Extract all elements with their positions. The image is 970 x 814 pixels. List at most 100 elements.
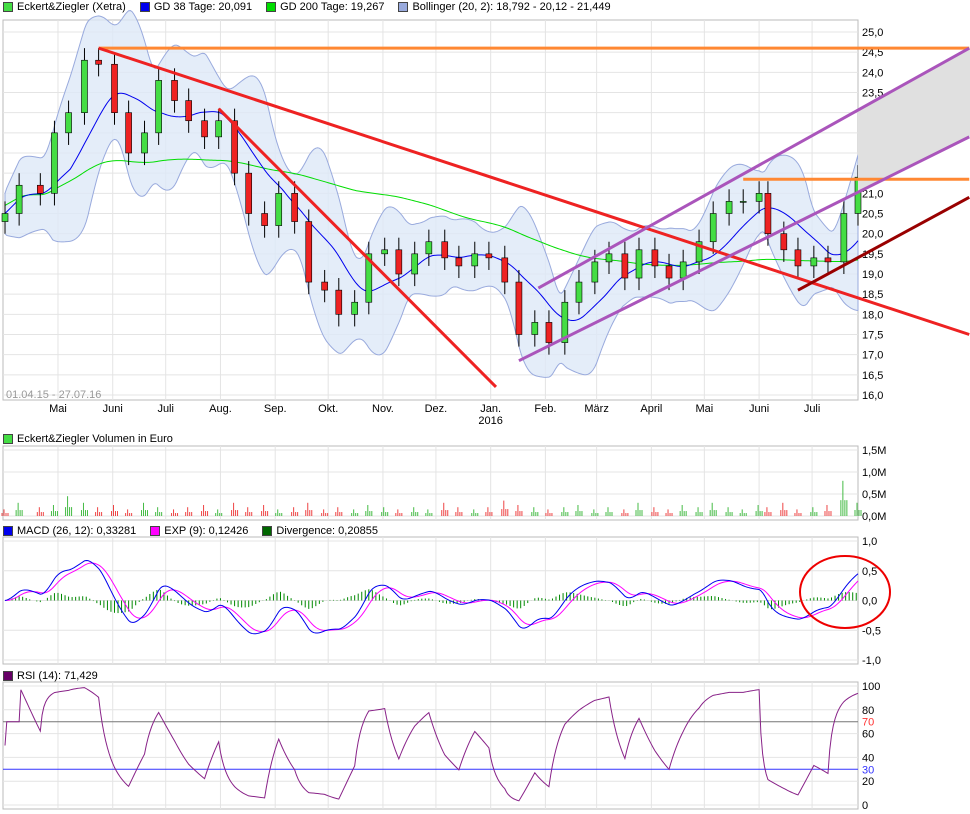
candle-body — [425, 241, 433, 255]
candle-body — [501, 257, 509, 283]
candle-body — [725, 201, 733, 214]
candle-body — [351, 301, 358, 315]
candle-body — [764, 193, 772, 234]
volume-plot-area — [2, 445, 859, 521]
candle-body — [125, 112, 132, 154]
candle-body — [485, 253, 493, 259]
y-tick-label: 0,0 — [862, 596, 877, 608]
candle-body — [824, 257, 832, 263]
chart-svg: 16,016,517,017,518,018,519,019,520,020,5… — [1, 10, 970, 812]
x-tick-label: Feb. — [534, 403, 556, 415]
candle-body — [575, 281, 583, 303]
x-tick-label: April — [640, 403, 662, 415]
candle-body — [95, 59, 102, 65]
y-tick-label: 1,0 — [862, 536, 877, 548]
candle-body — [215, 120, 222, 138]
x-tick-label: Nov. — [372, 403, 394, 415]
candle-body — [810, 257, 818, 267]
x-tick-year: 2016 — [478, 415, 502, 427]
y-tick-label: 100 — [862, 681, 880, 693]
date-range-label: 01.04.15 - 27.07.16 — [6, 389, 101, 401]
y-tick-label: 0,0M — [862, 511, 886, 523]
y-tick-label: 40 — [862, 752, 874, 764]
x-tick-label: Juli — [804, 403, 821, 415]
candle-body — [441, 241, 449, 259]
y-tick-label: 19,0 — [862, 269, 883, 281]
candle-body — [709, 213, 717, 243]
candle-body — [65, 112, 72, 134]
x-tick-label: März — [584, 403, 608, 415]
candle-body — [794, 249, 802, 267]
candle-body — [515, 281, 523, 335]
candle-body — [141, 132, 148, 154]
rsi-level-label: 30 — [862, 764, 874, 776]
y-tick-label: 1,5M — [862, 445, 886, 457]
y-tick-label: 25,0 — [862, 27, 883, 39]
candle-body — [321, 281, 328, 291]
candle-body — [651, 249, 659, 267]
candle-body — [665, 265, 673, 279]
candle-body — [111, 63, 118, 113]
x-tick-label: Mai — [49, 403, 67, 415]
x-tick-label: Juni — [749, 403, 769, 415]
y-tick-label: -0,5 — [862, 625, 881, 637]
x-tick-label: Sep. — [264, 403, 287, 415]
rsi-plot-area — [2, 681, 859, 810]
candle-body — [381, 249, 388, 255]
y-tick-label: 1,0M — [862, 467, 886, 479]
x-tick-label: Aug. — [209, 403, 232, 415]
candle-body — [291, 193, 298, 222]
candle-body — [245, 172, 253, 214]
candle-body — [621, 253, 629, 279]
candle-body — [531, 322, 539, 335]
candle-body — [201, 120, 208, 138]
x-tick-label: Jan. — [480, 403, 501, 415]
candle-body — [1, 213, 9, 222]
candle-body — [171, 80, 178, 101]
y-tick-label: 16,0 — [862, 390, 883, 402]
y-tick-label: 17,5 — [862, 330, 883, 342]
candle-body — [471, 253, 479, 267]
candle-body — [780, 233, 788, 251]
candle-body — [155, 80, 162, 134]
candle-body — [275, 193, 283, 226]
candle-body — [635, 249, 643, 279]
y-tick-label: 20 — [862, 776, 874, 788]
candle-body — [679, 261, 687, 279]
y-tick-label: 17,0 — [862, 350, 883, 362]
y-tick-label: 20,0 — [862, 229, 883, 241]
candle-body — [335, 289, 343, 315]
candle-body — [411, 253, 419, 275]
candle-body — [591, 261, 599, 283]
y-tick-label: 0 — [862, 800, 868, 812]
candle-body — [605, 253, 613, 263]
y-tick-label: -1,0 — [862, 655, 881, 667]
candle-body — [545, 322, 553, 343]
y-tick-label: 24,0 — [862, 67, 883, 79]
candle-body — [840, 213, 848, 263]
y-tick-label: 80 — [862, 705, 874, 717]
candle-body — [37, 184, 44, 194]
x-tick-label: Mai — [695, 403, 713, 415]
candle-body — [395, 249, 403, 275]
candle-body — [455, 257, 463, 267]
x-tick-label: Juni — [103, 403, 123, 415]
stock-chart: Eckert&Ziegler (Xetra) GD 38 Tage: 20,091… — [0, 0, 970, 814]
candle-body — [739, 201, 747, 203]
y-tick-label: 60 — [862, 729, 874, 741]
y-tick-label: 16,5 — [862, 370, 883, 382]
x-tick-label: Okt. — [318, 403, 338, 415]
y-tick-label: 0,5 — [862, 566, 877, 578]
y-tick-label: 20,5 — [862, 209, 883, 221]
candle-body — [81, 59, 88, 113]
y-tick-label: 18,0 — [862, 309, 883, 321]
x-tick-label: Dez. — [425, 403, 448, 415]
candle-body — [305, 221, 313, 283]
y-tick-label: 0,5M — [862, 489, 886, 501]
rsi-level-label: 70 — [862, 717, 874, 729]
candle-body — [51, 132, 58, 194]
x-tick-label: Juli — [157, 403, 174, 415]
candle-body — [15, 184, 23, 214]
candle-body — [185, 100, 192, 122]
candle-body — [755, 193, 763, 202]
